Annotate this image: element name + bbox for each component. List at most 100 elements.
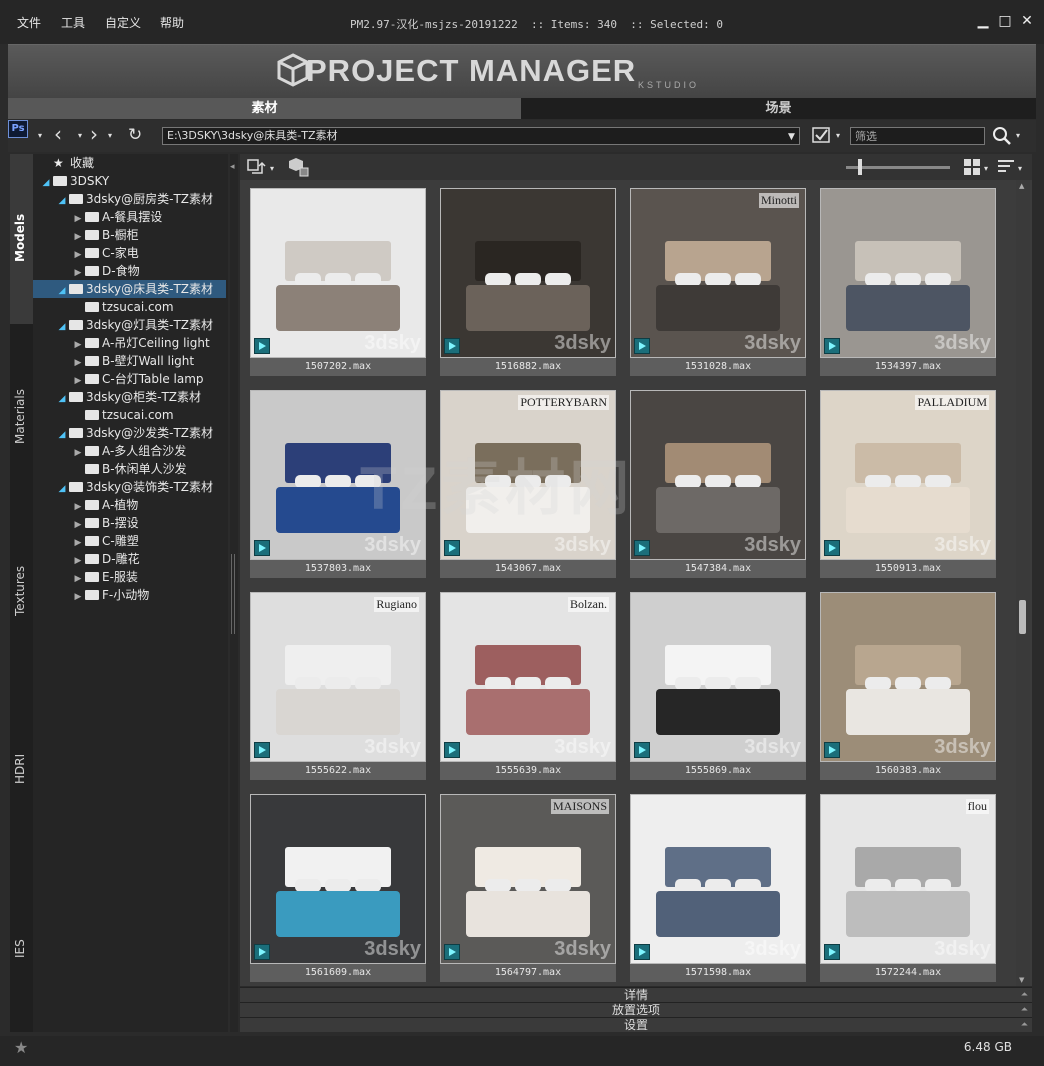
sort-icon[interactable]	[998, 159, 1016, 175]
panel-details[interactable]: 详情 ⏶	[240, 987, 1032, 1002]
tree-item[interactable]: B-休闲单人沙发	[33, 460, 226, 478]
tree-item[interactable]: ▶ B-摆设	[33, 514, 226, 532]
dropdown-arrow-icon[interactable]: ▾	[78, 126, 82, 146]
tree-item[interactable]: ▶ A-餐具摆设	[33, 208, 226, 226]
asset-thumbnail[interactable]: POTTERYBARN 3dsky 1543067.max	[440, 390, 616, 578]
scrollbar-thumb[interactable]	[1019, 600, 1026, 634]
thumbnail-image: PALLADIUM 3dsky	[821, 391, 995, 559]
tree-item[interactable]: ◢ 3dsky@柜类-TZ素材	[33, 388, 226, 406]
collapse-arrow-icon[interactable]: ◂	[230, 157, 235, 177]
tree-item[interactable]: ▶ C-台灯Table lamp	[33, 370, 226, 388]
tree-item[interactable]: ▶ F-小动物	[33, 586, 226, 604]
expand-icon[interactable]: ⏶	[1021, 1018, 1028, 1032]
thumbnail-filename: 1531028.max	[630, 358, 806, 376]
side-tab-materials[interactable]: Materials	[10, 330, 33, 500]
tree-item[interactable]: ★ 收藏	[33, 154, 226, 172]
path-input[interactable]: E:\3DSKY\3dsky@床具类-TZ素材	[162, 127, 800, 145]
path-dropdown-icon[interactable]: ▼	[788, 127, 795, 147]
panel-placement[interactable]: 放置选项 ⏶	[240, 1002, 1032, 1017]
back-arrow-icon[interactable]: ‹	[54, 124, 62, 144]
bed-body	[276, 487, 400, 533]
photoshop-icon[interactable]: Ps	[8, 120, 28, 138]
dropdown-arrow-icon[interactable]: ▾	[38, 126, 42, 146]
tree-item[interactable]: ◢ 3dsky@床具类-TZ素材	[33, 280, 226, 298]
tree-item[interactable]: ▶ C-家电	[33, 244, 226, 262]
asset-thumbnail[interactable]: 3dsky 1560383.max	[820, 592, 996, 780]
side-tab-models[interactable]: Models	[10, 154, 33, 324]
thumbnail-grid: 3dsky 1507202.max 3dsky 1516882.max Minotti 3…	[240, 180, 1032, 986]
asset-thumbnail[interactable]: 3dsky 1547384.max	[630, 390, 806, 578]
dropdown-arrow-icon[interactable]: ▾	[984, 159, 988, 179]
tree-item[interactable]: ▶ C-雕塑	[33, 532, 226, 550]
tab-assets[interactable]: 素材	[8, 98, 521, 119]
collapsed-arrow-icon[interactable]: ▶	[71, 588, 85, 606]
splitter-handle[interactable]	[230, 154, 238, 1032]
box-merge-icon[interactable]	[288, 156, 310, 178]
watermark-text: 3dsky	[364, 736, 421, 758]
side-tab-ies[interactable]: IES	[10, 858, 33, 1028]
dropdown-arrow-icon[interactable]: ▾	[270, 159, 274, 179]
tree-item[interactable]: ◢ 3dsky@厨房类-TZ素材	[33, 190, 226, 208]
dropdown-arrow-icon[interactable]: ▾	[108, 126, 112, 146]
side-tab-textures[interactable]: Textures	[10, 506, 33, 676]
tree-item[interactable]: ▶ A-吊灯Ceiling light	[33, 334, 226, 352]
tree-item[interactable]: ◢ 3DSKY	[33, 172, 226, 190]
dropdown-arrow-icon[interactable]: ▾	[836, 126, 840, 146]
minimize-button[interactable]: ▁	[974, 12, 992, 30]
tree-item[interactable]: ▶ A-植物	[33, 496, 226, 514]
asset-thumbnail[interactable]: MAISONS 3dsky 1564797.max	[440, 794, 616, 982]
menu-customize[interactable]: 自定义	[105, 14, 141, 31]
tree-item[interactable]: ◢ 3dsky@装饰类-TZ素材	[33, 478, 226, 496]
panel-settings[interactable]: 设置 ⏶	[240, 1017, 1032, 1032]
tab-scene[interactable]: 场景	[521, 98, 1036, 119]
grid-scrollbar[interactable]: ▲ ▼	[1016, 180, 1030, 986]
scroll-up-icon[interactable]: ▲	[1019, 182, 1024, 190]
tree-item[interactable]: ◢ 3dsky@灯具类-TZ素材	[33, 316, 226, 334]
asset-thumbnail[interactable]: 3dsky 1516882.max	[440, 188, 616, 376]
tree-item[interactable]: ▶ B-壁灯Wall light	[33, 352, 226, 370]
asset-thumbnail[interactable]: flou 3dsky 1572244.max	[820, 794, 996, 982]
tree-item[interactable]: ▶ E-服装	[33, 568, 226, 586]
tree-item[interactable]: ▶ B-橱柜	[33, 226, 226, 244]
search-icon[interactable]	[992, 126, 1012, 146]
menu-help[interactable]: 帮助	[160, 14, 184, 31]
tree-item[interactable]: tzsucai.com	[33, 406, 226, 424]
star-icon[interactable]: ★	[14, 1038, 28, 1057]
bed-body	[276, 285, 400, 331]
close-button[interactable]: ✕	[1018, 12, 1036, 30]
asset-thumbnail[interactable]: 3dsky 1537803.max	[250, 390, 426, 578]
tree-item[interactable]: tzsucai.com	[33, 298, 226, 316]
tree-item[interactable]: ▶ D-雕花	[33, 550, 226, 568]
tree-item[interactable]: ▶ A-多人组合沙发	[33, 442, 226, 460]
tree-item[interactable]: ▶ D-食物	[33, 262, 226, 280]
scroll-down-icon[interactable]: ▼	[1019, 976, 1024, 984]
asset-thumbnail[interactable]: 3dsky 1507202.max	[250, 188, 426, 376]
refresh-icon[interactable]: ↻	[128, 125, 142, 145]
asset-thumbnail[interactable]: 3dsky 1555869.max	[630, 592, 806, 780]
asset-thumbnail[interactable]: Rugiano 3dsky 1555622.max	[250, 592, 426, 780]
tree-item-label: 3dsky@柜类-TZ素材	[86, 390, 202, 404]
asset-thumbnail[interactable]: Bolzan. 3dsky 1555639.max	[440, 592, 616, 780]
filter-toggle-icon[interactable]	[812, 127, 832, 145]
slider-handle[interactable]	[858, 159, 862, 175]
filter-input[interactable]: 筛选	[850, 127, 985, 145]
forward-arrow-icon[interactable]: ›	[90, 124, 98, 144]
side-tab-hdri[interactable]: HDRI	[10, 682, 33, 852]
asset-thumbnail[interactable]: 3dsky 1534397.max	[820, 188, 996, 376]
tree-item[interactable]: ◢ 3dsky@沙发类-TZ素材	[33, 424, 226, 442]
expand-icon[interactable]: ⏶	[1021, 1003, 1028, 1017]
maximize-button[interactable]: □	[996, 12, 1014, 30]
sync-icon[interactable]	[246, 157, 268, 177]
tree-item-label: A-餐具摆设	[102, 210, 163, 224]
dropdown-arrow-icon[interactable]: ▾	[1016, 126, 1020, 146]
asset-thumbnail[interactable]: 3dsky 1571598.max	[630, 794, 806, 982]
grid-view-icon[interactable]	[964, 159, 980, 175]
menu-file[interactable]: 文件	[17, 14, 41, 31]
expand-icon[interactable]: ⏶	[1021, 988, 1028, 1002]
asset-thumbnail[interactable]: PALLADIUM 3dsky 1550913.max	[820, 390, 996, 578]
thumbnail-filename: 1543067.max	[440, 560, 616, 578]
dropdown-arrow-icon[interactable]: ▾	[1018, 159, 1022, 179]
asset-thumbnail[interactable]: 3dsky 1561609.max	[250, 794, 426, 982]
asset-thumbnail[interactable]: Minotti 3dsky 1531028.max	[630, 188, 806, 376]
menu-tools[interactable]: 工具	[61, 14, 85, 31]
